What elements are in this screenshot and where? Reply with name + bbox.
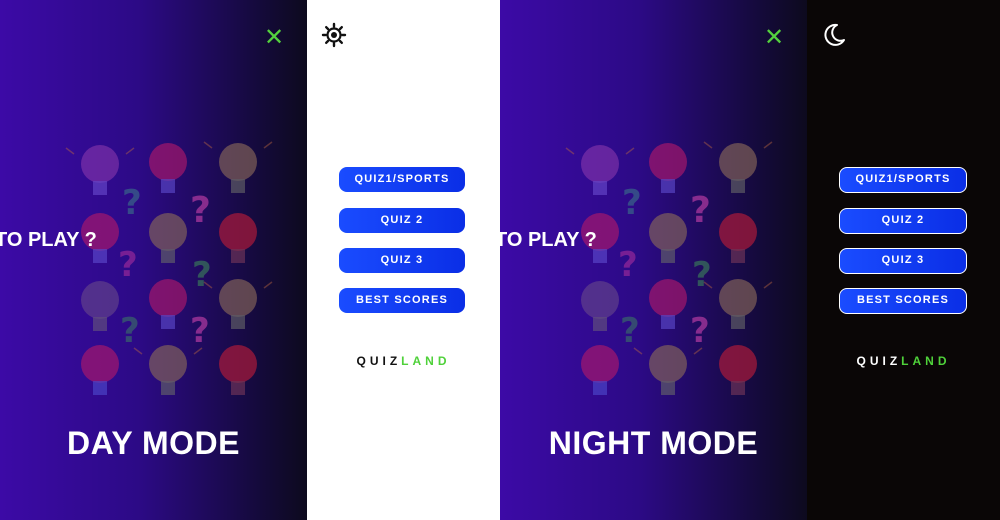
brand-logo: QUIZLAND [807,354,1000,368]
sun-icon[interactable] [321,22,347,48]
close-icon[interactable]: ✕ [763,25,785,49]
svg-text:?: ? [190,311,210,351]
night-hero-panel: ✕ DY TO PLAY ? NIGHT MODE [500,0,807,520]
brand-logo: QUIZLAND [307,354,500,368]
ready-to-play-text: DY TO PLAY ? [500,229,597,251]
brand-part1: QUIZ [856,354,902,368]
day-hero-panel: ✕ ? ? ? ? ? ? TO PLAY ? DAY MODE [0,0,307,520]
quiz2-button[interactable]: QUIZ 2 [839,208,967,234]
quiz1-sports-button[interactable]: QUIZ1/SPORTS [339,167,465,192]
night-mode-title: NIGHT MODE [548,425,759,461]
svg-text:?: ? [118,245,138,285]
quiz3-button[interactable]: QUIZ 3 [339,248,465,273]
lightbulb-illustration: ? ? ? ? ? ? [65,141,273,395]
quiz1-sports-button[interactable]: QUIZ1/SPORTS [839,167,967,193]
close-icon[interactable]: ✕ [263,25,285,49]
brand-part2: LAND [901,354,951,368]
day-mode-title: DAY MODE [67,425,240,461]
brand-part1: QUIZ [356,354,402,368]
brand-part2: LAND [401,354,451,368]
svg-text:?: ? [192,255,212,295]
quiz2-button[interactable]: QUIZ 2 [339,208,465,233]
svg-text:?: ? [190,190,211,231]
moon-icon[interactable] [821,22,847,48]
quiz3-button[interactable]: QUIZ 3 [839,248,967,274]
svg-text:?: ? [122,183,142,223]
best-scores-button[interactable]: BEST SCORES [339,288,465,313]
day-menu-panel: QUIZ1/SPORTS QUIZ 2 QUIZ 3 BEST SCORES Q… [307,0,500,520]
best-scores-button[interactable]: BEST SCORES [839,288,967,314]
night-menu-panel: QUIZ1/SPORTS QUIZ 2 QUIZ 3 BEST SCORES Q… [807,0,1000,520]
lightbulb-illustration [565,141,773,396]
ready-to-play-text: DY TO PLAY ? [0,229,97,251]
svg-text:?: ? [120,311,140,351]
